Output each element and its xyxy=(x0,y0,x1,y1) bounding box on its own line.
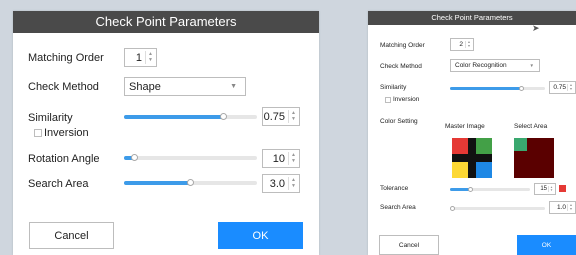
matching-order-value: 1 xyxy=(135,51,142,64)
search-area-stepper[interactable]: 3.0 ▲ ▼ xyxy=(262,174,300,193)
search-area-slider[interactable] xyxy=(450,206,545,211)
up-arrow-icon[interactable]: ▲ xyxy=(291,177,296,183)
tolerance-color-swatch[interactable] xyxy=(559,185,566,192)
down-arrow-icon[interactable]: ▼ xyxy=(467,44,470,49)
similarity-slider-fill xyxy=(124,115,224,119)
search-area-slider-handle[interactable] xyxy=(450,206,455,211)
check-method-select[interactable]: Shape ▼ xyxy=(124,77,246,96)
matching-order-label: Matching Order xyxy=(380,42,425,49)
down-arrow-icon[interactable]: ▼ xyxy=(569,207,572,212)
ok-button[interactable]: OK xyxy=(218,222,303,249)
search-area-value: 3.0 xyxy=(269,177,285,190)
similarity-value: 0.75 xyxy=(553,84,566,91)
select-area-label: Select Area xyxy=(514,123,548,130)
similarity-slider-fill xyxy=(450,87,522,90)
search-area-stepper[interactable]: 1.0 ▲ ▼ xyxy=(549,201,576,214)
dialog-title: Check Point Parameters xyxy=(13,11,319,33)
stepper-arrows[interactable]: ▲ ▼ xyxy=(567,203,574,212)
master-image-label: Master Image xyxy=(445,123,485,130)
similarity-slider[interactable] xyxy=(450,86,545,91)
ok-button[interactable]: OK xyxy=(517,235,576,255)
stepper-arrows[interactable]: ▲ ▼ xyxy=(145,51,155,64)
similarity-value: 0.75 xyxy=(263,110,285,123)
similarity-stepper[interactable]: 0.75 ▲ ▼ xyxy=(262,107,300,126)
rotation-angle-value: 10 xyxy=(272,152,285,165)
master-image xyxy=(452,138,492,178)
similarity-label: Similarity xyxy=(28,112,73,124)
up-arrow-icon[interactable]: ▲ xyxy=(291,152,296,158)
similarity-slider[interactable] xyxy=(124,113,257,120)
mouse-cursor-icon: ➤ xyxy=(532,23,540,33)
left-dialog: Check Point Parameters Matching Order 1 … xyxy=(13,11,319,255)
right-dialog: Check Point Parameters ➤ Matching Order … xyxy=(368,11,576,255)
matching-order-stepper[interactable]: 2 ▲ ▼ xyxy=(450,38,474,51)
check-method-label: Check Method xyxy=(28,81,99,93)
stepper-arrows[interactable]: ▲ ▼ xyxy=(288,152,298,165)
check-method-label: Check Method xyxy=(380,63,422,70)
tolerance-slider[interactable] xyxy=(450,187,530,192)
matching-order-stepper[interactable]: 1 ▲ ▼ xyxy=(124,48,157,67)
check-method-select[interactable]: Color Recognition ▼ xyxy=(450,59,540,72)
inversion-label: Inversion xyxy=(44,127,89,139)
up-arrow-icon[interactable]: ▲ xyxy=(291,110,296,116)
tolerance-value: 15 xyxy=(540,186,547,192)
up-arrow-icon[interactable]: ▲ xyxy=(148,51,153,57)
rotation-angle-slider-handle[interactable] xyxy=(131,154,139,161)
stepper-arrows[interactable]: ▲ ▼ xyxy=(288,177,298,190)
rotation-angle-slider[interactable] xyxy=(124,154,257,161)
stepper-arrows[interactable]: ▲ ▼ xyxy=(465,40,472,49)
rotation-angle-stepper[interactable]: 10 ▲ ▼ xyxy=(262,149,300,168)
tolerance-slider-handle[interactable] xyxy=(467,187,473,192)
search-area-slider[interactable] xyxy=(124,179,257,186)
down-arrow-icon[interactable]: ▼ xyxy=(291,184,296,189)
check-method-value: Shape xyxy=(129,81,161,93)
cancel-button[interactable]: Cancel xyxy=(29,222,114,249)
master-cross-horizontal xyxy=(452,154,492,162)
tolerance-stepper[interactable]: 15 ▲ ▼ xyxy=(534,183,556,195)
down-arrow-icon[interactable]: ▼ xyxy=(550,189,553,192)
matching-order-value: 2 xyxy=(459,41,463,48)
color-setting-label: Color Setting xyxy=(380,118,418,125)
stepper-arrows[interactable]: ▲ ▼ xyxy=(548,186,554,192)
search-area-slider-handle[interactable] xyxy=(187,179,194,186)
inversion-checkbox[interactable] xyxy=(34,129,42,137)
search-area-slider-fill xyxy=(124,181,191,185)
inversion-checkbox[interactable] xyxy=(385,97,391,103)
select-area-image[interactable] xyxy=(514,138,554,178)
stepper-arrows[interactable]: ▲ ▼ xyxy=(288,110,298,123)
tolerance-label: Tolerance xyxy=(380,185,409,192)
chevron-down-icon: ▼ xyxy=(529,63,534,68)
rotation-angle-label: Rotation Angle xyxy=(28,153,100,165)
check-method-value: Color Recognition xyxy=(455,62,507,69)
matching-order-label: Matching Order xyxy=(28,52,104,64)
down-arrow-icon[interactable]: ▼ xyxy=(291,159,296,164)
similarity-stepper[interactable]: 0.75 ▲ ▼ xyxy=(549,81,576,94)
search-area-label: Search Area xyxy=(28,178,89,190)
dialog-title: Check Point Parameters xyxy=(368,11,576,25)
stepper-arrows[interactable]: ▲ ▼ xyxy=(567,83,574,92)
inversion-label: Inversion xyxy=(393,96,420,103)
similarity-slider-handle[interactable] xyxy=(220,113,228,120)
down-arrow-icon[interactable]: ▼ xyxy=(569,87,572,92)
down-arrow-icon[interactable]: ▼ xyxy=(291,117,296,122)
down-arrow-icon[interactable]: ▼ xyxy=(148,58,153,63)
search-area-value: 1.0 xyxy=(556,204,566,211)
similarity-slider-handle[interactable] xyxy=(518,86,524,91)
select-area-green-patch xyxy=(514,138,527,151)
chevron-down-icon: ▼ xyxy=(230,83,237,90)
cancel-button[interactable]: Cancel xyxy=(379,235,439,255)
search-area-label: Search Area xyxy=(380,204,416,211)
similarity-label: Similarity xyxy=(380,84,407,91)
